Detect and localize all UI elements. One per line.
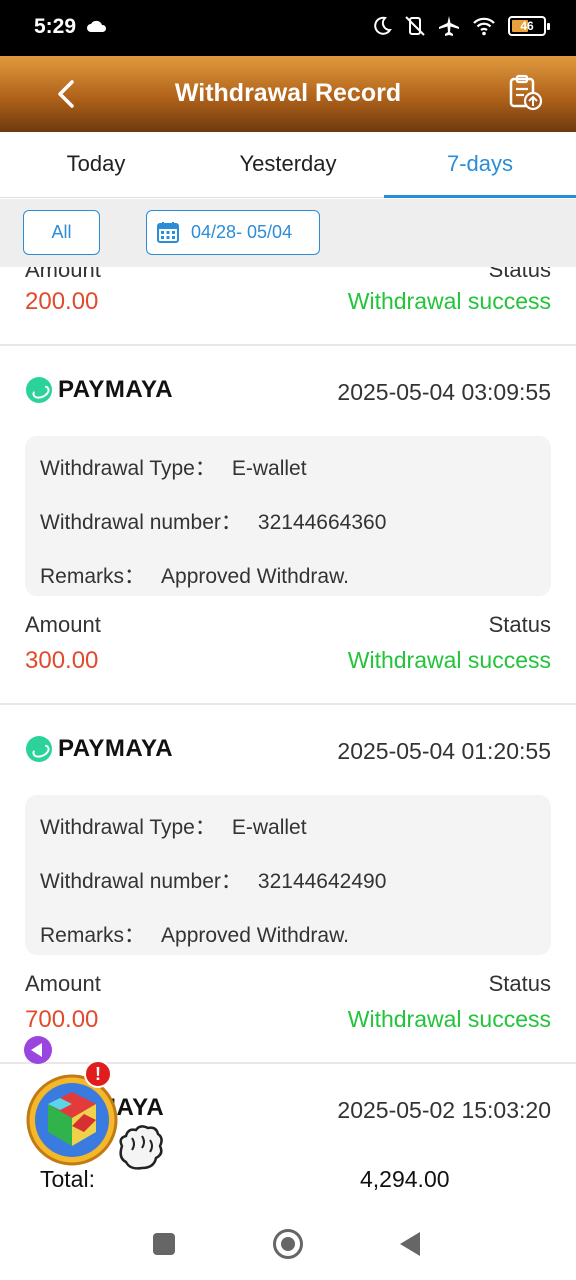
withdrawal-list[interactable]: Amount Status 200.00 Withdrawal success … (0, 267, 576, 1203)
date-range-button[interactable]: 04/28- 05/04 (146, 210, 320, 255)
filter-all-button[interactable]: All (23, 210, 100, 255)
remarks-row: Remarks： Approved Withdraw. (40, 565, 349, 588)
record-date: 2025-05-04 03:09:55 (337, 379, 551, 405)
paymaya-logo-icon (26, 736, 52, 762)
date-range-text: 04/28- 05/04 (191, 222, 293, 242)
divider (0, 1062, 576, 1064)
record-details: Withdrawal Type： E-wallet Withdrawal numb… (25, 795, 551, 955)
calendar-icon (157, 222, 179, 243)
filter-bar: All 04/28- 05/04 (0, 199, 576, 267)
cloud-icon (87, 20, 107, 32)
notification-badge: ! (84, 1060, 112, 1088)
record-date: 2025-05-04 01:20:55 (337, 738, 551, 764)
amount-value: 300.00 (25, 647, 99, 674)
app-header: Withdrawal Record (0, 56, 576, 132)
status-value: Withdrawal success (347, 288, 551, 314)
status-value: Withdrawal success (347, 647, 551, 673)
system-nav-bar (0, 1208, 576, 1280)
total-label: Total: (40, 1166, 95, 1192)
record-date: 2025-05-02 15:03:20 (337, 1097, 551, 1123)
nav-back-icon[interactable] (400, 1232, 420, 1256)
payment-brand: PAYMAYA (26, 735, 173, 763)
amount-label: Amount (25, 612, 101, 637)
collapse-arrow-icon[interactable] (24, 1036, 52, 1064)
battery-level: 46 (520, 19, 534, 33)
tab-7-days[interactable]: 7-days (384, 132, 576, 198)
payment-brand: PAYMAYA (26, 376, 173, 404)
amount-value: 200.00 (25, 288, 99, 315)
moon-icon (374, 16, 392, 35)
record-details: Withdrawal Type： E-wallet Withdrawal numb… (25, 436, 551, 596)
status-label: Status (488, 612, 551, 637)
status-bar: 5:29 46 (0, 0, 576, 56)
vibrate-off-icon (405, 16, 425, 36)
recent-apps-icon[interactable] (153, 1233, 175, 1255)
airplane-icon (439, 16, 459, 36)
home-icon[interactable] (273, 1229, 303, 1259)
withdrawal-type-row: Withdrawal Type： E-wallet (40, 457, 307, 480)
paymaya-logo-icon (26, 377, 52, 403)
page-title: Withdrawal Record (174, 79, 402, 107)
status-label: Status (488, 971, 551, 996)
withdrawal-number-row: Withdrawal number： 32144642490 (40, 870, 387, 893)
divider (0, 703, 576, 705)
divider (0, 344, 576, 346)
amount-label: Amount (25, 971, 101, 996)
status-time: 5:29 (34, 15, 77, 38)
withdrawal-type-row: Withdrawal Type： E-wallet (40, 816, 307, 839)
battery-icon: 46 (508, 16, 550, 36)
status-label: Status (488, 267, 551, 282)
amount-value: 700.00 (25, 1006, 99, 1033)
tab-today[interactable]: Today (0, 132, 192, 197)
game-cube-icon[interactable] (26, 1074, 118, 1166)
withdrawal-number-row: Withdrawal number： 32144664360 (40, 511, 387, 534)
tab-yesterday[interactable]: Yesterday (192, 132, 384, 197)
date-tabs: Today Yesterday 7-days (0, 132, 576, 198)
status-value: Withdrawal success (347, 1006, 551, 1032)
wifi-icon (473, 17, 495, 36)
clipboard-upload-icon[interactable] (506, 74, 544, 112)
hand-pointer-icon (119, 1125, 163, 1170)
remarks-row: Remarks： Approved Withdraw. (40, 924, 349, 947)
total-value: 4,294.00 (360, 1166, 450, 1192)
amount-label: Amount (25, 267, 101, 282)
